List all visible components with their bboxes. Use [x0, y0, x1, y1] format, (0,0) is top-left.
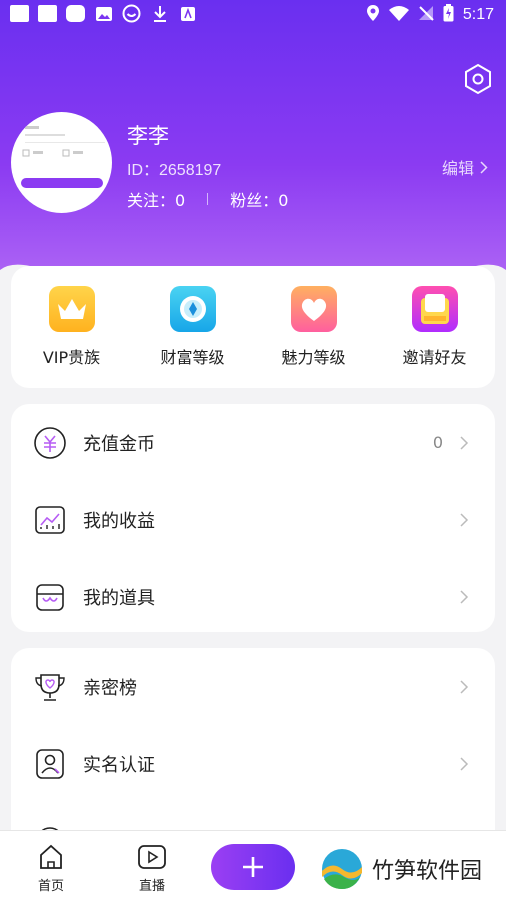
notification-icon [38, 5, 57, 22]
coin-balance: 0 [432, 433, 443, 452]
watermark-text: 竹笋软件园 [372, 859, 483, 884]
status-time: 5:17 [462, 6, 494, 23]
menu-label: 亲密榜 [83, 677, 137, 699]
location-icon [366, 4, 380, 26]
menu-item-recharge[interactable]: 充值金币 0 [11, 404, 495, 481]
face-icon [122, 4, 141, 23]
follow-stats: 关注：0 粉丝：0 [127, 187, 288, 211]
verify-icon [33, 747, 67, 781]
wifi-icon [388, 5, 409, 25]
menu-label: 充值金币 [83, 433, 155, 455]
earnings-icon [33, 503, 67, 537]
props-icon [33, 580, 67, 614]
quick-item-label: VIP贵族 [42, 348, 101, 367]
settings-button[interactable] [462, 63, 494, 95]
edit-label: 编辑 [441, 159, 474, 178]
edit-profile-button[interactable]: 编辑 [442, 155, 488, 179]
watermark: 竹笋软件园 [318, 838, 506, 900]
battery-icon [443, 4, 454, 26]
avatar[interactable] [11, 112, 112, 213]
crown-icon [48, 286, 95, 332]
nav-live-label: 直播 [138, 879, 165, 894]
no-signal-icon [418, 5, 434, 25]
coin-icon [33, 426, 67, 460]
chevron-right-icon [460, 756, 469, 771]
watermark-logo [322, 849, 362, 889]
chevron-right-icon [460, 435, 469, 450]
chevron-right-icon [460, 679, 469, 694]
quick-item-label: 财富等级 [160, 348, 225, 367]
menu-label: 实名认证 [83, 754, 155, 776]
menu-label: 我的道具 [83, 587, 155, 609]
download-icon [150, 5, 169, 22]
menu-item-props[interactable]: 我的道具 [11, 558, 495, 635]
follow-count[interactable]: 关注：0 [127, 187, 185, 211]
play-icon [138, 845, 166, 869]
menu-item-verification[interactable]: 实名认证 [11, 725, 495, 802]
home-icon [40, 844, 62, 869]
hexagon-settings-icon [465, 63, 491, 95]
quick-item-charm[interactable]: 魅力等级 [259, 286, 369, 388]
app-icon [178, 5, 197, 22]
chevron-right-icon [460, 589, 469, 604]
image-icon [94, 5, 113, 22]
nav-home[interactable]: 首页 [21, 843, 81, 894]
fans-count[interactable]: 粉丝：0 [230, 187, 288, 211]
menu-label: 我的收益 [83, 510, 155, 532]
notification-icon [66, 5, 85, 22]
user-name: 李李 [127, 124, 169, 148]
heart-icon [290, 286, 337, 332]
quick-item-label: 邀请好友 [402, 348, 467, 367]
user-id: ID：2658197 [127, 162, 222, 179]
notification-icon [10, 5, 29, 22]
chevron-right-icon [460, 512, 469, 527]
menu-card-wallet: 充值金币 0 我的收益 我的道具 [11, 404, 495, 632]
stats-divider [207, 193, 209, 205]
plus-icon [243, 857, 263, 877]
nav-home-label: 首页 [37, 879, 64, 894]
trophy-icon [33, 670, 67, 704]
create-button[interactable] [211, 844, 295, 890]
status-bar: 5:17 [0, 0, 506, 30]
menu-item-intimacy-rank[interactable]: 亲密榜 [11, 648, 495, 725]
wealth-icon [169, 286, 216, 332]
quick-item-vip[interactable]: VIP贵族 [17, 286, 127, 388]
invite-icon [411, 286, 458, 332]
menu-item-earnings[interactable]: 我的收益 [11, 481, 495, 558]
quick-item-wealth[interactable]: 财富等级 [138, 286, 248, 388]
chevron-right-icon [480, 160, 488, 174]
quick-actions-card: VIP贵族 财富等级 魅力等级 邀请好友 [11, 266, 495, 388]
quick-item-invite[interactable]: 邀请好友 [380, 286, 490, 388]
nav-live[interactable]: 直播 [122, 843, 182, 894]
avatar-image [21, 126, 105, 188]
quick-item-label: 魅力等级 [281, 348, 346, 367]
